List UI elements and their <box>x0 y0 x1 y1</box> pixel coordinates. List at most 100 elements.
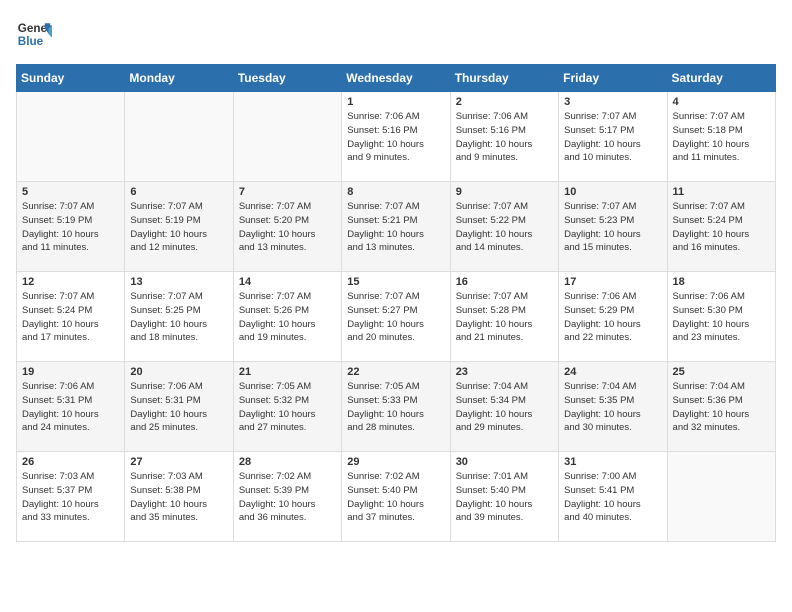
day-number: 11 <box>673 186 770 198</box>
calendar-header: SundayMondayTuesdayWednesdayThursdayFrid… <box>17 65 776 92</box>
day-info: Sunrise: 7:03 AM Sunset: 5:37 PM Dayligh… <box>22 470 119 525</box>
calendar-cell: 12 Sunrise: 7:07 AM Sunset: 5:24 PM Dayli… <box>17 272 125 362</box>
calendar-week-1: 1 Sunrise: 7:06 AM Sunset: 5:16 PM Daylig… <box>17 92 776 182</box>
calendar-cell: 6Sunrise: 7:07 AM Sunset: 5:19 PM Daylig… <box>125 182 233 272</box>
calendar-cell <box>17 92 125 182</box>
day-info: Sunrise: 7:07 AM Sunset: 5:22 PM Dayligh… <box>456 200 553 255</box>
day-number: 21 <box>239 366 336 378</box>
day-number: 6 <box>130 186 227 198</box>
calendar-cell: 28 Sunrise: 7:02 AM Sunset: 5:39 PM Dayli… <box>233 452 341 542</box>
day-number: 29 <box>347 456 444 468</box>
calendar-table: SundayMondayTuesdayWednesdayThursdayFrid… <box>16 64 776 542</box>
day-number: 1 <box>347 96 444 108</box>
calendar-cell: 24 Sunrise: 7:04 AM Sunset: 5:35 PM Dayli… <box>559 362 667 452</box>
day-number: 9 <box>456 186 553 198</box>
calendar-cell: 16 Sunrise: 7:07 AM Sunset: 5:28 PM Dayli… <box>450 272 558 362</box>
calendar-cell: 21 Sunrise: 7:05 AM Sunset: 5:32 PM Dayli… <box>233 362 341 452</box>
day-info: Sunrise: 7:06 AM Sunset: 5:16 PM Dayligh… <box>456 110 553 165</box>
logo-icon: General Blue <box>16 16 52 52</box>
calendar-cell: 7 Sunrise: 7:07 AM Sunset: 5:20 PM Daylig… <box>233 182 341 272</box>
day-number: 31 <box>564 456 661 468</box>
day-info: Sunrise: 7:06 AM Sunset: 5:31 PM Dayligh… <box>130 380 227 435</box>
weekday-header-sunday: Sunday <box>17 65 125 92</box>
day-info: Sunrise: 7:02 AM Sunset: 5:39 PM Dayligh… <box>239 470 336 525</box>
day-info: Sunrise: 7:07 AM Sunset: 5:23 PM Dayligh… <box>564 200 661 255</box>
day-info: Sunrise: 7:07 AM Sunset: 5:20 PM Dayligh… <box>239 200 336 255</box>
day-info: Sunrise: 7:07 AM Sunset: 5:27 PM Dayligh… <box>347 290 444 345</box>
weekday-header-wednesday: Wednesday <box>342 65 450 92</box>
day-number: 5 <box>22 186 119 198</box>
logo: General Blue <box>16 16 52 52</box>
calendar-cell: 22Sunrise: 7:05 AM Sunset: 5:33 PM Dayli… <box>342 362 450 452</box>
calendar-cell: 31 Sunrise: 7:00 AM Sunset: 5:41 PM Dayli… <box>559 452 667 542</box>
calendar-cell: 19 Sunrise: 7:06 AM Sunset: 5:31 PM Dayli… <box>17 362 125 452</box>
page-header: General Blue <box>16 16 776 52</box>
weekday-header-saturday: Saturday <box>667 65 775 92</box>
day-info: Sunrise: 7:00 AM Sunset: 5:41 PM Dayligh… <box>564 470 661 525</box>
day-info: Sunrise: 7:05 AM Sunset: 5:32 PM Dayligh… <box>239 380 336 435</box>
calendar-cell: 3Sunrise: 7:07 AM Sunset: 5:17 PM Daylig… <box>559 92 667 182</box>
day-info: Sunrise: 7:03 AM Sunset: 5:38 PM Dayligh… <box>130 470 227 525</box>
day-info: Sunrise: 7:06 AM Sunset: 5:30 PM Dayligh… <box>673 290 770 345</box>
calendar-cell: 5 Sunrise: 7:07 AM Sunset: 5:19 PM Daylig… <box>17 182 125 272</box>
svg-text:Blue: Blue <box>18 35 44 48</box>
day-info: Sunrise: 7:01 AM Sunset: 5:40 PM Dayligh… <box>456 470 553 525</box>
calendar-cell: 20 Sunrise: 7:06 AM Sunset: 5:31 PM Dayli… <box>125 362 233 452</box>
day-number: 16 <box>456 276 553 288</box>
calendar-cell: 27 Sunrise: 7:03 AM Sunset: 5:38 PM Dayli… <box>125 452 233 542</box>
weekday-header-friday: Friday <box>559 65 667 92</box>
day-info: Sunrise: 7:07 AM Sunset: 5:17 PM Dayligh… <box>564 110 661 165</box>
calendar-cell: 29Sunrise: 7:02 AM Sunset: 5:40 PM Dayli… <box>342 452 450 542</box>
calendar-cell: 11 Sunrise: 7:07 AM Sunset: 5:24 PM Dayli… <box>667 182 775 272</box>
day-info: Sunrise: 7:07 AM Sunset: 5:19 PM Dayligh… <box>22 200 119 255</box>
calendar-cell: 14 Sunrise: 7:07 AM Sunset: 5:26 PM Dayli… <box>233 272 341 362</box>
calendar-cell <box>667 452 775 542</box>
calendar-week-5: 26 Sunrise: 7:03 AM Sunset: 5:37 PM Dayli… <box>17 452 776 542</box>
day-number: 19 <box>22 366 119 378</box>
day-number: 7 <box>239 186 336 198</box>
day-number: 30 <box>456 456 553 468</box>
day-info: Sunrise: 7:07 AM Sunset: 5:24 PM Dayligh… <box>22 290 119 345</box>
calendar-cell: 26 Sunrise: 7:03 AM Sunset: 5:37 PM Dayli… <box>17 452 125 542</box>
day-number: 28 <box>239 456 336 468</box>
calendar-cell: 23Sunrise: 7:04 AM Sunset: 5:34 PM Dayli… <box>450 362 558 452</box>
day-number: 26 <box>22 456 119 468</box>
weekday-header-thursday: Thursday <box>450 65 558 92</box>
day-info: Sunrise: 7:06 AM Sunset: 5:31 PM Dayligh… <box>22 380 119 435</box>
day-info: Sunrise: 7:07 AM Sunset: 5:18 PM Dayligh… <box>673 110 770 165</box>
day-number: 20 <box>130 366 227 378</box>
calendar-cell: 4 Sunrise: 7:07 AM Sunset: 5:18 PM Daylig… <box>667 92 775 182</box>
day-number: 10 <box>564 186 661 198</box>
calendar-cell: 30 Sunrise: 7:01 AM Sunset: 5:40 PM Dayli… <box>450 452 558 542</box>
calendar-cell: 18Sunrise: 7:06 AM Sunset: 5:30 PM Dayli… <box>667 272 775 362</box>
day-number: 24 <box>564 366 661 378</box>
day-number: 12 <box>22 276 119 288</box>
calendar-cell: 2 Sunrise: 7:06 AM Sunset: 5:16 PM Daylig… <box>450 92 558 182</box>
day-number: 4 <box>673 96 770 108</box>
day-info: Sunrise: 7:07 AM Sunset: 5:25 PM Dayligh… <box>130 290 227 345</box>
day-info: Sunrise: 7:06 AM Sunset: 5:16 PM Dayligh… <box>347 110 444 165</box>
calendar-week-2: 5 Sunrise: 7:07 AM Sunset: 5:19 PM Daylig… <box>17 182 776 272</box>
weekday-header-monday: Monday <box>125 65 233 92</box>
day-number: 27 <box>130 456 227 468</box>
calendar-cell <box>125 92 233 182</box>
day-number: 25 <box>673 366 770 378</box>
day-number: 13 <box>130 276 227 288</box>
day-number: 2 <box>456 96 553 108</box>
day-number: 14 <box>239 276 336 288</box>
day-info: Sunrise: 7:04 AM Sunset: 5:35 PM Dayligh… <box>564 380 661 435</box>
weekday-header-tuesday: Tuesday <box>233 65 341 92</box>
calendar-cell: 1 Sunrise: 7:06 AM Sunset: 5:16 PM Daylig… <box>342 92 450 182</box>
day-number: 15 <box>347 276 444 288</box>
day-info: Sunrise: 7:07 AM Sunset: 5:21 PM Dayligh… <box>347 200 444 255</box>
day-info: Sunrise: 7:04 AM Sunset: 5:36 PM Dayligh… <box>673 380 770 435</box>
calendar-week-4: 19 Sunrise: 7:06 AM Sunset: 5:31 PM Dayli… <box>17 362 776 452</box>
day-info: Sunrise: 7:07 AM Sunset: 5:28 PM Dayligh… <box>456 290 553 345</box>
day-info: Sunrise: 7:06 AM Sunset: 5:29 PM Dayligh… <box>564 290 661 345</box>
day-info: Sunrise: 7:07 AM Sunset: 5:26 PM Dayligh… <box>239 290 336 345</box>
day-info: Sunrise: 7:05 AM Sunset: 5:33 PM Dayligh… <box>347 380 444 435</box>
day-info: Sunrise: 7:07 AM Sunset: 5:24 PM Dayligh… <box>673 200 770 255</box>
day-info: Sunrise: 7:04 AM Sunset: 5:34 PM Dayligh… <box>456 380 553 435</box>
calendar-cell: 10 Sunrise: 7:07 AM Sunset: 5:23 PM Dayli… <box>559 182 667 272</box>
calendar-cell: 25 Sunrise: 7:04 AM Sunset: 5:36 PM Dayli… <box>667 362 775 452</box>
